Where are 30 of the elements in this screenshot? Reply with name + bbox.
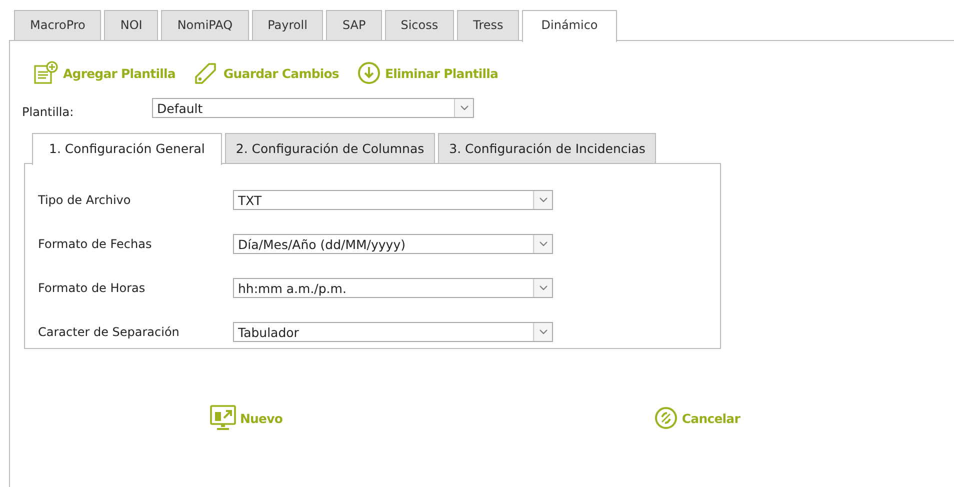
download-icon [356,61,381,85]
field-label: Tipo de Archivo [38,193,132,207]
add-document-icon [33,61,59,85]
tab[interactable]: SAP [326,10,382,40]
dropdown-field[interactable]: Día/Mes/Año (dd/MM/yyyy) [233,234,553,254]
chevron-icon [538,329,548,335]
field-label: Plantilla: [22,105,75,119]
tab[interactable]: 2. Configuración de Columnas [224,133,436,163]
tab[interactable]: Tress [457,10,520,40]
field-label: Formato de Horas [38,281,146,295]
dropdown-field[interactable]: hh:mm a.m./p.m. [233,278,553,298]
cancel-icon [654,406,678,430]
field-label: Caracter de Separación [38,325,180,339]
chevron-icon [538,241,548,247]
tab[interactable]: MacroPro [14,10,102,40]
tab[interactable]: 1. Configuración General [32,133,222,165]
field-label: Formato de Fechas [38,237,153,251]
chevron-icon [538,285,548,291]
tab[interactable]: NOI [104,10,158,40]
tab[interactable]: Payroll [252,10,324,40]
dropdown-field[interactable]: Tabulador [233,322,553,342]
tab[interactable]: Sicoss [384,10,454,40]
template-select[interactable]: Default [152,98,474,118]
chevron-icon [460,105,468,111]
dropdown-field[interactable]: TXT [233,190,553,210]
tab[interactable]: 3. Configuración de Incidencias [438,133,656,163]
chevron-icon [538,197,548,203]
tab[interactable]: NomiPAQ [161,10,249,40]
monitor-icon [210,405,236,431]
tab[interactable]: Dinámico [522,10,617,42]
